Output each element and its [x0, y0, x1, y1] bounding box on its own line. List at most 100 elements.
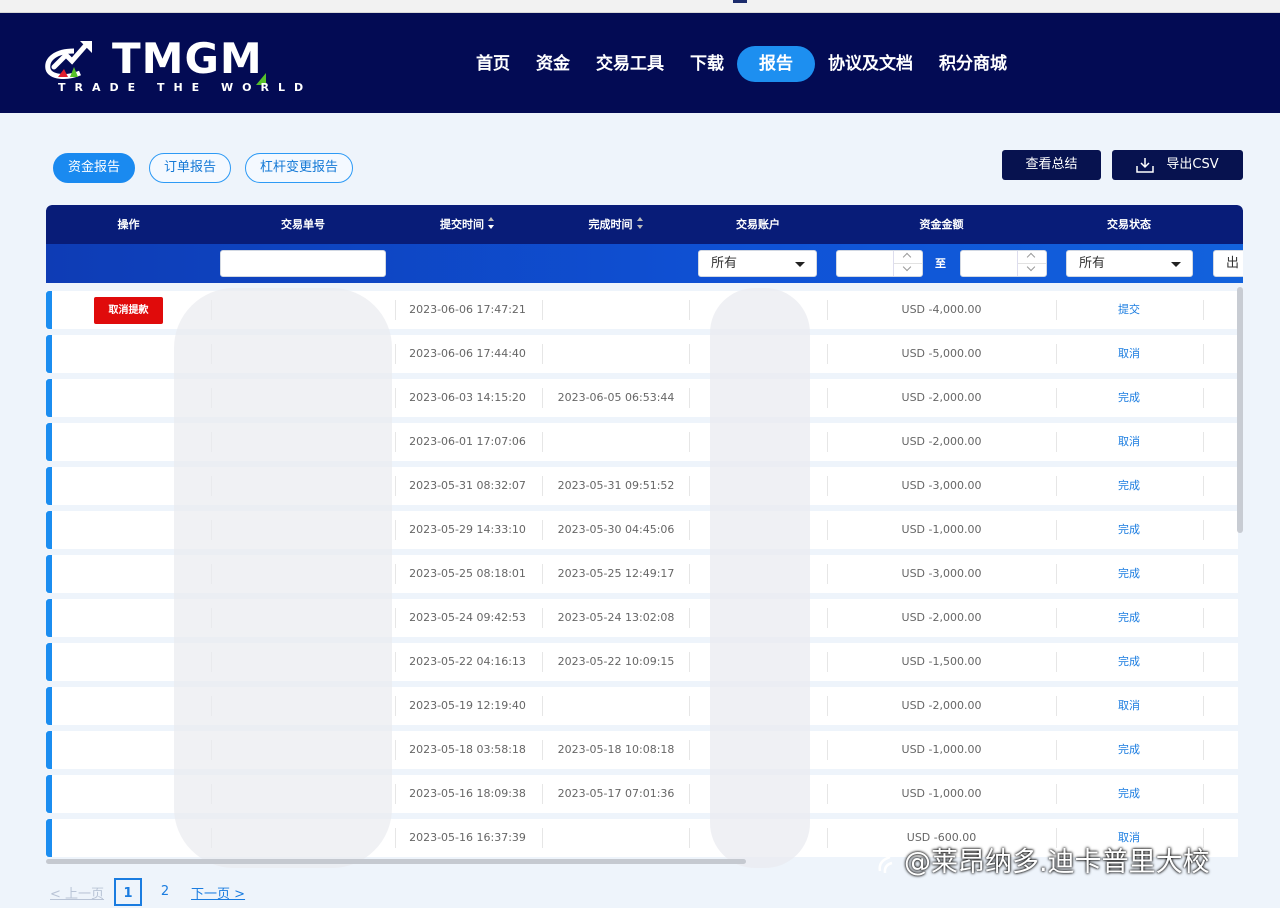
nav-download[interactable]: 下载 [677, 46, 737, 82]
cell-divider [827, 520, 828, 540]
amount-min-input[interactable] [836, 250, 923, 277]
cell-divider [1203, 696, 1204, 716]
cell-divider [1056, 784, 1057, 804]
col-complete-time[interactable]: 完成时间 [543, 205, 689, 244]
status-link[interactable]: 完成 [1058, 731, 1200, 769]
status-link[interactable]: 完成 [1058, 643, 1200, 681]
amount-cell: USD -3,000.00 [901, 479, 982, 492]
brand-name: TMGM [112, 34, 263, 83]
download-icon [1136, 158, 1155, 173]
stepper-up-icon[interactable] [1018, 251, 1046, 264]
cell-divider [1056, 652, 1057, 672]
status-link[interactable]: 完成 [1058, 467, 1200, 505]
view-summary-button[interactable]: 查看总结 [1002, 150, 1101, 180]
horizontal-scrollbar[interactable] [46, 859, 746, 864]
col-account: 交易账户 [736, 218, 780, 231]
status-select[interactable]: 所有 [1066, 250, 1193, 277]
type-select[interactable]: 出 [1213, 250, 1243, 277]
stepper-up-icon[interactable] [894, 251, 922, 264]
status-link[interactable]: 完成 [1058, 599, 1200, 637]
cell-divider [827, 784, 828, 804]
cell-divider [689, 300, 690, 320]
row-accent [46, 291, 52, 329]
cell-divider [1056, 432, 1057, 452]
col-status: 交易状态 [1107, 218, 1151, 231]
cell-divider [689, 784, 690, 804]
row-accent [46, 775, 52, 813]
row-accent [46, 819, 52, 857]
row-accent [46, 687, 52, 725]
cell-divider [689, 696, 690, 716]
status-link[interactable]: 完成 [1058, 555, 1200, 593]
complete-time-cell [543, 819, 689, 857]
nav-funds[interactable]: 资金 [523, 46, 583, 82]
nav-points-mall[interactable]: 积分商城 [926, 46, 1020, 82]
pagination: < 上一页 1 2 下一页 > [50, 877, 245, 907]
page-1[interactable]: 1 [114, 878, 143, 906]
weibo-icon [878, 855, 893, 873]
col-submit-time[interactable]: 提交时间 [395, 205, 540, 244]
stepper-down-icon[interactable] [1018, 264, 1046, 276]
cell-divider [689, 476, 690, 496]
complete-time-cell: 2023-05-17 07:01:36 [557, 787, 675, 800]
account-select[interactable]: 所有 [698, 250, 817, 277]
cell-divider [689, 344, 690, 364]
type-select-value: 出 [1226, 256, 1240, 271]
cell-divider [689, 432, 690, 452]
chevron-down-icon [1171, 262, 1181, 267]
export-csv-button[interactable]: 导出CSV [1112, 150, 1243, 180]
status-link[interactable]: 提交 [1058, 291, 1200, 329]
cell-divider [1203, 432, 1204, 452]
account-select-value: 所有 [711, 256, 738, 271]
amount-max-input[interactable] [960, 250, 1047, 277]
amount-max-stepper[interactable] [1017, 251, 1046, 276]
status-link[interactable]: 完成 [1058, 775, 1200, 813]
nav-agreements[interactable]: 协议及文档 [815, 46, 926, 82]
page-2[interactable]: 2 [151, 878, 179, 906]
amount-min-stepper[interactable] [893, 251, 922, 276]
cell-divider [827, 608, 828, 628]
vertical-scrollbar[interactable] [1237, 287, 1243, 533]
col-amount: 资金金额 [919, 218, 964, 231]
nav-home[interactable]: 首页 [463, 46, 523, 82]
status-link[interactable]: 取消 [1058, 335, 1200, 373]
tmgm-logo[interactable]: TMGM TRADE THE WORLD [44, 34, 303, 107]
order-no-filter-input[interactable] [220, 250, 386, 277]
status-link[interactable]: 完成 [1058, 379, 1200, 417]
cell-divider [827, 344, 828, 364]
cell-divider [1203, 740, 1204, 760]
cell-divider [1056, 740, 1057, 760]
cell-divider [1056, 476, 1057, 496]
cell-divider [1203, 300, 1204, 320]
cell-divider [827, 740, 828, 760]
complete-time-cell [543, 335, 689, 373]
stepper-down-icon[interactable] [894, 264, 922, 276]
cell-divider [827, 432, 828, 452]
nav-trading-tools[interactable]: 交易工具 [583, 46, 677, 82]
cell-divider [827, 388, 828, 408]
status-link[interactable]: 完成 [1058, 511, 1200, 549]
cell-divider [1056, 388, 1057, 408]
nav-reports[interactable]: 报告 [737, 46, 815, 82]
amount-cell: USD -2,000.00 [901, 699, 982, 712]
row-accent [46, 423, 52, 461]
next-page-link[interactable]: 下一页 > [191, 883, 245, 902]
cell-divider [689, 608, 690, 628]
status-link[interactable]: 取消 [1058, 687, 1200, 725]
submit-time-cell: 2023-06-03 14:15:20 [409, 391, 526, 404]
amount-range-separator: 至 [935, 257, 946, 270]
submit-time-cell: 2023-05-16 16:37:39 [409, 831, 526, 844]
complete-time-cell: 2023-06-05 06:53:44 [557, 391, 675, 404]
browser-top-strip [0, 0, 1280, 13]
status-link[interactable]: 取消 [1058, 423, 1200, 461]
tab-order-report[interactable]: 订单报告 [149, 153, 232, 183]
tab-fund-report[interactable]: 资金报告 [53, 153, 136, 183]
amount-cell: USD -3,000.00 [901, 567, 982, 580]
cell-divider [689, 652, 690, 672]
cell-divider [827, 696, 828, 716]
cell-divider [689, 520, 690, 540]
amount-cell: USD -5,000.00 [901, 347, 982, 360]
cancel-withdrawal-button[interactable]: 取消提款 [94, 297, 163, 324]
tab-leverage-report[interactable]: 杠杆变更报告 [245, 153, 354, 183]
prev-page-link[interactable]: < 上一页 [50, 883, 104, 902]
